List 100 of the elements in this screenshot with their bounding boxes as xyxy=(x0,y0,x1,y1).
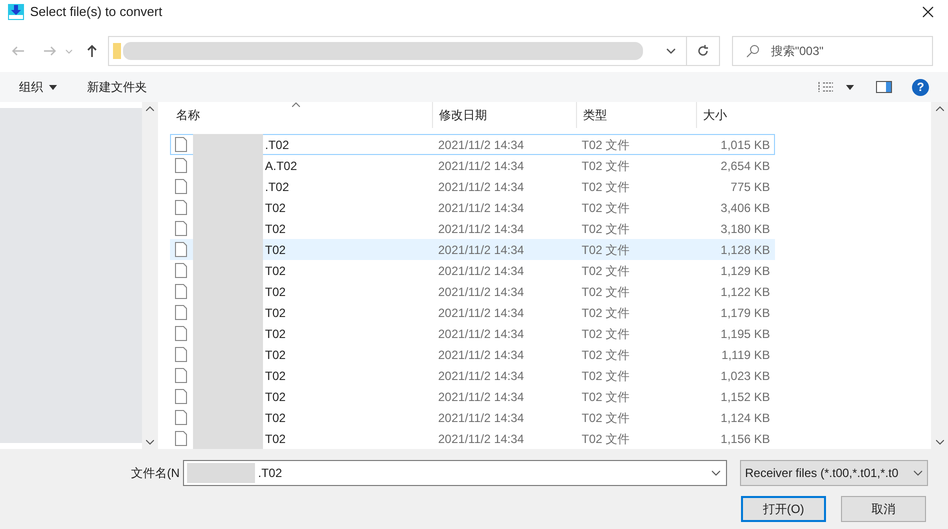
file-date: 2021/11/2 14:34 xyxy=(437,326,525,342)
file-size: 3,406 KB xyxy=(720,200,772,216)
file-date: 2021/11/2 14:34 xyxy=(437,178,525,196)
preview-pane-icon[interactable] xyxy=(876,81,892,93)
file-name: T02 xyxy=(265,410,286,426)
file-row[interactable]: T02 2021/11/2 14:34 T02 文件 1,128 KB xyxy=(170,239,775,260)
open-button[interactable]: 打开(O) xyxy=(741,496,826,522)
file-size: 1,195 KB xyxy=(720,326,772,342)
file-type: T02 文件 xyxy=(580,326,631,342)
file-type: T02 文件 xyxy=(580,346,631,364)
file-size: 1,156 KB xyxy=(720,430,772,448)
redacted-name-block xyxy=(193,134,263,155)
file-size: 775 KB xyxy=(730,178,772,196)
file-type: T02 文件 xyxy=(580,410,631,426)
file-date: 2021/11/2 14:34 xyxy=(437,200,525,216)
file-row[interactable]: T02 2021/11/2 14:34 T02 文件 1,129 KB xyxy=(170,260,775,281)
file-size: 1,128 KB xyxy=(720,242,772,258)
file-name: T02 xyxy=(265,388,286,406)
file-date: 2021/11/2 14:34 xyxy=(437,242,525,258)
file-date: 2021/11/2 14:34 xyxy=(437,388,525,406)
search-field[interactable]: 搜索"003" xyxy=(732,36,933,66)
caret-icon[interactable] xyxy=(846,84,854,90)
file-date: 2021/11/2 14:34 xyxy=(437,368,525,384)
file-row[interactable]: T02 2021/11/2 14:34 T02 文件 1,152 KB xyxy=(170,386,775,407)
file-row[interactable]: A.T02 2021/11/2 14:34 T02 文件 2,654 KB xyxy=(170,155,775,176)
column-header[interactable]: 名称 xyxy=(170,102,432,128)
file-size: 1,023 KB xyxy=(720,368,772,384)
file-type: T02 文件 xyxy=(580,200,631,216)
file-size: 1,122 KB xyxy=(720,284,772,300)
file-icon xyxy=(175,389,187,404)
file-row[interactable]: T02 2021/11/2 14:34 T02 文件 1,122 KB xyxy=(170,281,775,302)
file-name: T02 xyxy=(265,200,286,216)
column-header[interactable]: 类型 xyxy=(576,102,696,128)
file-icon xyxy=(175,200,187,215)
file-icon xyxy=(175,263,187,278)
file-date: 2021/11/2 14:34 xyxy=(437,346,525,364)
file-row[interactable]: T02 2021/11/2 14:34 T02 文件 3,180 KB xyxy=(170,218,775,239)
column-header[interactable]: 大小 xyxy=(696,102,775,128)
file-type: T02 文件 xyxy=(580,136,631,154)
new-folder-button[interactable]: 新建文件夹 xyxy=(87,78,147,96)
close-icon[interactable] xyxy=(922,6,934,18)
redacted-name-block xyxy=(187,463,255,483)
window-title: Select file(s) to convert xyxy=(30,3,162,22)
file-name: T02 xyxy=(265,304,286,322)
scroll-down-icon[interactable] xyxy=(936,440,944,445)
view-list-icon[interactable] xyxy=(818,81,834,93)
file-icon xyxy=(175,137,187,152)
scroll-up-icon[interactable] xyxy=(936,106,944,111)
file-size: 1,179 KB xyxy=(720,304,772,322)
file-name: A.T02 xyxy=(265,158,298,174)
refresh-icon[interactable] xyxy=(696,44,710,58)
scroll-up-icon[interactable] xyxy=(146,106,154,111)
file-icon xyxy=(175,410,187,425)
file-row[interactable]: T02 2021/11/2 14:34 T02 文件 1,124 KB xyxy=(170,407,775,428)
file-type: T02 文件 xyxy=(580,388,631,406)
file-date: 2021/11/2 14:34 xyxy=(437,220,525,238)
scrollbar[interactable] xyxy=(142,102,158,449)
chevron-down-icon[interactable] xyxy=(711,468,721,478)
file-icon xyxy=(175,284,187,299)
redacted-name-block xyxy=(193,428,263,449)
file-name: T02 xyxy=(265,326,286,342)
file-icon xyxy=(175,431,187,446)
file-icon xyxy=(175,305,187,320)
folder-icon xyxy=(113,43,121,59)
file-name-field[interactable]: .T02 xyxy=(183,460,727,486)
cancel-button[interactable]: 取消 xyxy=(841,496,926,522)
file-name: T02 xyxy=(265,220,286,238)
file-row[interactable]: T02 2021/11/2 14:34 T02 文件 1,156 KB xyxy=(170,428,775,449)
file-row[interactable]: T02 2021/11/2 14:34 T02 文件 3,406 KB xyxy=(170,197,775,218)
file-row[interactable]: T02 2021/11/2 14:34 T02 文件 1,195 KB xyxy=(170,323,775,344)
file-row[interactable]: T02 2021/11/2 14:34 T02 文件 1,119 KB xyxy=(170,344,775,365)
file-size: 1,129 KB xyxy=(720,262,772,280)
file-size: 1,015 KB xyxy=(720,136,772,154)
scrollbar[interactable] xyxy=(931,102,948,449)
file-type-dropdown[interactable]: Receiver files (*.t00,*.t01,*.t0 xyxy=(740,460,928,486)
file-icon xyxy=(175,242,187,257)
file-size: 1,119 KB xyxy=(720,346,772,364)
chevron-down-icon[interactable] xyxy=(666,46,676,56)
file-row[interactable]: .T02 2021/11/2 14:34 T02 文件 775 KB xyxy=(170,176,775,197)
file-name: T02 xyxy=(265,262,286,280)
file-type: T02 文件 xyxy=(580,242,631,258)
chevron-down-icon[interactable] xyxy=(913,468,923,478)
file-row[interactable]: T02 2021/11/2 14:34 T02 文件 1,179 KB xyxy=(170,302,775,323)
file-row[interactable]: .T02 2021/11/2 14:34 T02 文件 1,015 KB xyxy=(170,134,775,155)
file-type: T02 文件 xyxy=(580,284,631,300)
refresh-button[interactable] xyxy=(686,36,720,66)
file-type: T02 文件 xyxy=(580,220,631,238)
search-icon xyxy=(746,44,760,58)
column-header[interactable]: 修改日期 xyxy=(432,102,576,128)
file-date: 2021/11/2 14:34 xyxy=(437,284,525,300)
caret-icon[interactable] xyxy=(49,84,57,90)
file-date: 2021/11/2 14:34 xyxy=(437,430,525,448)
organize-menu[interactable]: 组织 xyxy=(19,78,57,96)
file-row[interactable]: T02 2021/11/2 14:34 T02 文件 1,023 KB xyxy=(170,365,775,386)
file-icon xyxy=(175,221,187,236)
file-size: 3,180 KB xyxy=(720,220,772,238)
scroll-down-icon[interactable] xyxy=(146,440,154,445)
help-button[interactable]: ? xyxy=(912,78,929,96)
file-type: T02 文件 xyxy=(580,368,631,384)
file-name: T02 xyxy=(265,368,286,384)
